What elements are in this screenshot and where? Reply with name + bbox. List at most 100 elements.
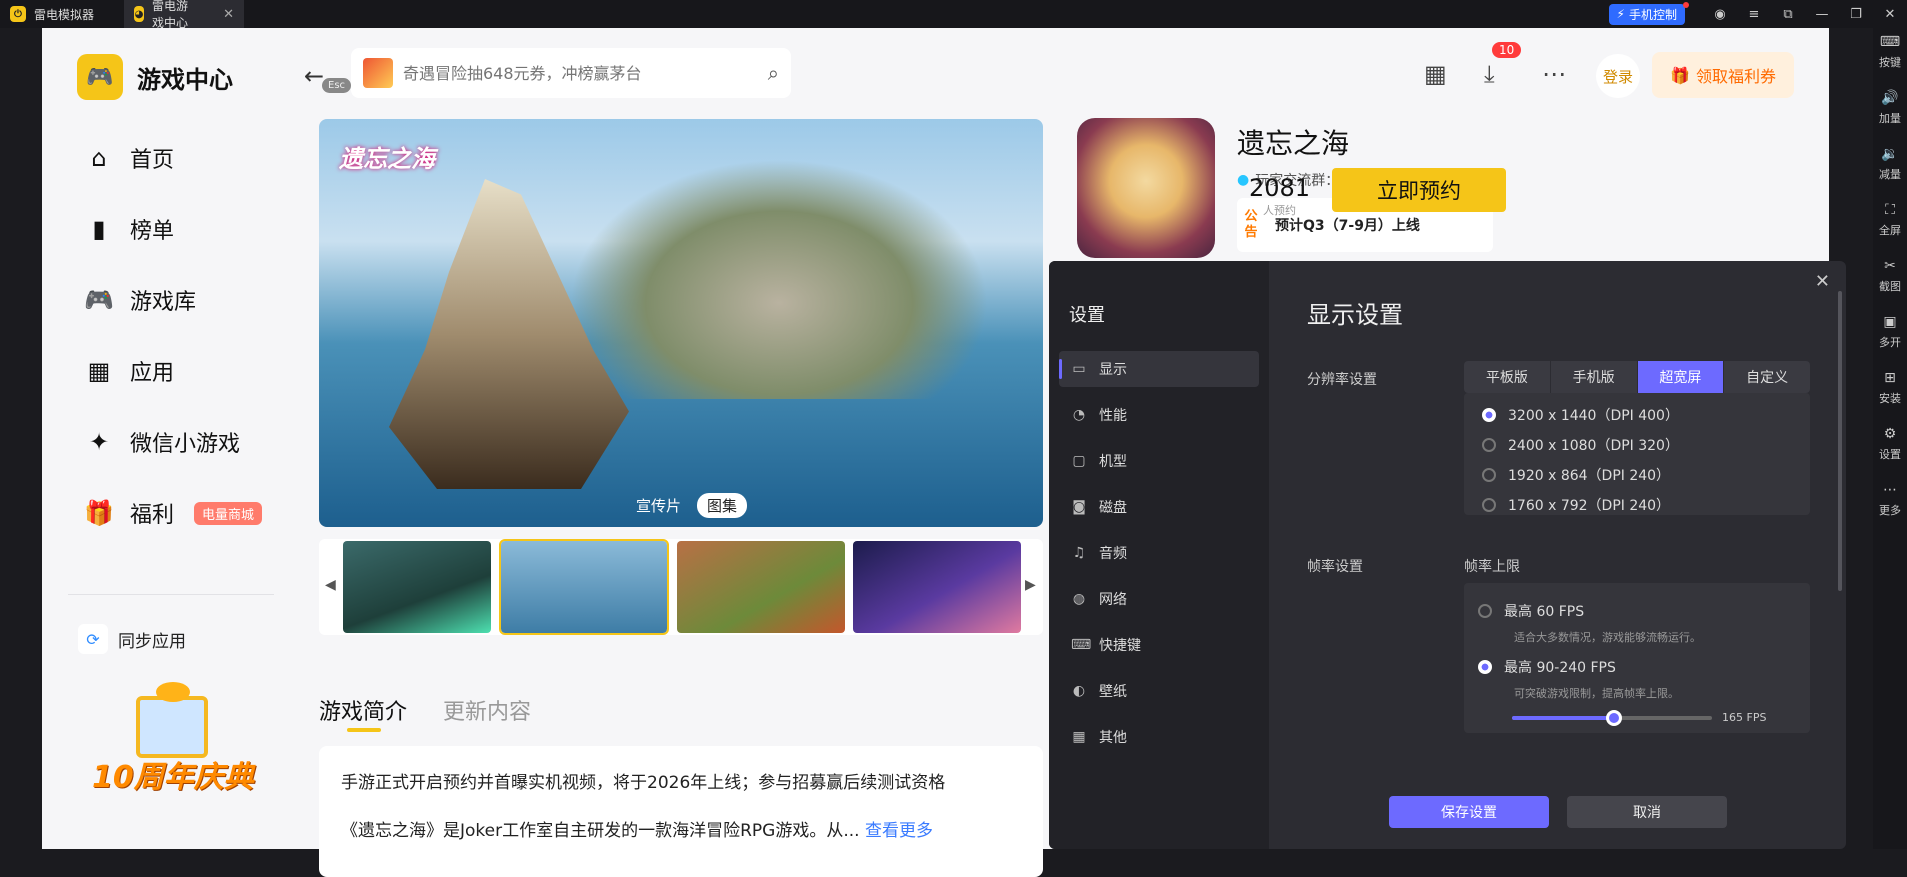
tab-trailer[interactable]: 宣传片 [626, 493, 691, 518]
fps-slider[interactable] [1512, 710, 1712, 726]
search-icon[interactable]: ⌕ [768, 61, 779, 85]
settings-item-performance[interactable]: ◔ 性能 [1059, 397, 1259, 433]
radio[interactable] [1482, 468, 1496, 482]
settings-item-wallpaper[interactable]: ◐ 壁纸 [1059, 673, 1259, 709]
settings-item-device[interactable]: ▢ 机型 [1059, 443, 1259, 479]
settings-item-display[interactable]: ▭ 显示 [1059, 351, 1259, 387]
radio[interactable] [1478, 604, 1492, 618]
anniversary-text: 10周年庆典 [92, 760, 254, 795]
radio[interactable] [1482, 438, 1496, 452]
minimize-icon[interactable]: — [1805, 7, 1839, 22]
tab-intro[interactable]: 游戏简介 [319, 694, 407, 726]
settings-item-label: 显示 [1099, 362, 1127, 378]
tab-ultrawide[interactable]: 超宽屏 [1637, 361, 1725, 393]
prev-arrow-icon[interactable]: ◀ [325, 577, 336, 593]
description-box: 手游正式开启预约并首曝实机视频，将于2026年上线；参与招募赢后续测试资格 《遗… [319, 746, 1043, 877]
save-settings-button[interactable]: 保存设置 [1389, 796, 1549, 828]
restore-icon[interactable]: ❐ [1839, 7, 1873, 22]
search-bar[interactable]: ⌕ [351, 48, 791, 98]
multi-instance-button[interactable]: ▣ 多开 [1873, 314, 1907, 350]
tab-updates[interactable]: 更新内容 [443, 694, 531, 726]
palette-icon: ◐ [1072, 683, 1086, 699]
resolution-option[interactable]: 1920 x 864（DPI 240） [1482, 465, 1670, 485]
screenshot-button[interactable]: ✂ 截图 [1873, 258, 1907, 294]
thumbnail[interactable] [343, 541, 491, 633]
popout-icon[interactable]: ⧉ [1771, 7, 1805, 22]
resolution-option[interactable]: 3200 x 1440（DPI 400） [1482, 405, 1679, 425]
settings-item-other[interactable]: ▦ 其他 [1059, 719, 1259, 755]
game-center-logo-icon: ◕ [134, 6, 145, 22]
close-icon[interactable]: ✕ [1873, 7, 1907, 22]
cancel-button[interactable]: 取消 [1567, 796, 1727, 828]
radio-selected[interactable] [1482, 408, 1496, 422]
monitor-icon: ▭ [1072, 361, 1086, 377]
gift-bow-image [156, 682, 190, 702]
fps-option[interactable]: 最高 60 FPS [1478, 601, 1584, 621]
sidebar-item-home[interactable]: ⌂ 首页 [84, 142, 174, 174]
brand: 🎮 游戏中心 [77, 54, 233, 100]
tab-label: 雷电模拟器 [34, 7, 95, 22]
tab-game-center[interactable]: ◕ 雷电游戏中心 ✕ [124, 0, 244, 30]
volume-up-icon: 🔊 [1881, 90, 1899, 106]
settings-item-audio[interactable]: ♫ 音频 [1059, 535, 1259, 571]
fullscreen-button[interactable]: ⛶ 全屏 [1873, 202, 1907, 238]
disk-icon: ◙ [1072, 499, 1086, 515]
radio-selected[interactable] [1478, 660, 1492, 674]
volume-down-button[interactable]: 🔉 减量 [1873, 146, 1907, 182]
settings-item-label: 磁盘 [1099, 500, 1127, 516]
login-button[interactable]: 登录 [1596, 54, 1640, 98]
sidebar-item-welfare[interactable]: 🎁 福利 电量商城 [84, 497, 263, 529]
phone-control-button[interactable]: ⚡ 手机控制 [1608, 1, 1689, 25]
resolution-option[interactable]: 1760 x 792（DPI 240） [1482, 495, 1670, 515]
anniversary-banner[interactable]: 10周年庆典 [92, 682, 262, 818]
keyboard-button[interactable]: ⌨ 按键 [1873, 34, 1907, 70]
settings-button[interactable]: ⚙ 设置 [1873, 426, 1907, 462]
tab-tablet[interactable]: 平板版 [1464, 361, 1551, 393]
settings-title: 设置 [1069, 305, 1105, 326]
sidebar-item-game-library[interactable]: 🎮 游戏库 [84, 284, 196, 316]
sync-apps-button[interactable]: ⟳ 同步应用 [78, 624, 186, 654]
calendar-icon[interactable]: ▦ [1424, 60, 1447, 88]
volume-up-button[interactable]: 🔊 加量 [1873, 90, 1907, 126]
thumbnail-strip: ◀ ▶ [319, 539, 1043, 635]
gamepad-icon: 🎮 [84, 286, 114, 314]
sidebar-item-apps[interactable]: ▦ 应用 [84, 355, 174, 387]
download-icon[interactable]: ⤓ [1484, 60, 1495, 88]
claim-welfare-button[interactable]: 🎁 领取福利券 [1652, 52, 1794, 98]
sidebar-item-rankings[interactable]: ▮ 榜单 [84, 213, 174, 245]
tab-phone[interactable]: 手机版 [1551, 361, 1638, 393]
toolbar-label: 截图 [1879, 280, 1901, 293]
hero-media[interactable]: 遗忘之海 宣传片 图集 [319, 119, 1043, 527]
close-tab-icon[interactable]: ✕ [223, 7, 234, 22]
close-dialog-icon[interactable]: ✕ [1815, 271, 1830, 292]
reserve-button[interactable]: 立即预约 [1332, 168, 1506, 212]
thumbnail-selected[interactable] [499, 539, 669, 635]
more-button[interactable]: ⋯ 更多 [1873, 482, 1907, 518]
settings-item-disk[interactable]: ◙ 磁盘 [1059, 489, 1259, 525]
sidebar-item-wechat-games[interactable]: ✦ 微信小游戏 [84, 426, 240, 458]
thumbnail[interactable] [853, 541, 1021, 633]
search-input[interactable] [403, 63, 768, 83]
fps-option[interactable]: 最高 90-240 FPS [1478, 657, 1616, 677]
tab-custom[interactable]: 自定义 [1724, 361, 1810, 393]
radio[interactable] [1482, 498, 1496, 512]
menu-icon[interactable]: ≡ [1737, 7, 1771, 22]
settings-item-network[interactable]: ◍ 网络 [1059, 581, 1259, 617]
promo-thumbnail [363, 58, 393, 88]
scrollbar[interactable] [1838, 291, 1842, 591]
gift-box-image [136, 696, 208, 758]
resolution-option[interactable]: 2400 x 1080（DPI 320） [1482, 435, 1679, 455]
user-icon[interactable]: ◉ [1703, 7, 1737, 22]
thumbnail[interactable] [677, 541, 845, 633]
tab-gallery[interactable]: 图集 [697, 493, 748, 518]
install-button[interactable]: ⊞ 安装 [1873, 370, 1907, 406]
more-options-icon[interactable]: ⋯ [1542, 60, 1566, 88]
resolution-option-label: 2400 x 1080（DPI 320） [1508, 438, 1679, 454]
settings-item-shortcuts[interactable]: ⌨ 快捷键 [1059, 627, 1259, 663]
fps-slider-knob[interactable] [1606, 710, 1622, 726]
next-arrow-icon[interactable]: ▶ [1025, 577, 1036, 593]
see-more-link[interactable]: 查看更多 [865, 821, 933, 841]
tab-ld-player[interactable]: ⏻ 雷电模拟器 [0, 0, 122, 28]
settings-menu: 设置 ▭ 显示 ◔ 性能 ▢ 机型 ◙ 磁盘 ♫ 音频 ◍ 网络 ⌨ 快捷键 ◐ 壁纸 ▦ 其他 [1049, 261, 1269, 849]
fps-option-desc: 可突破游戏限制，提高帧率上限。 [1514, 687, 1679, 700]
